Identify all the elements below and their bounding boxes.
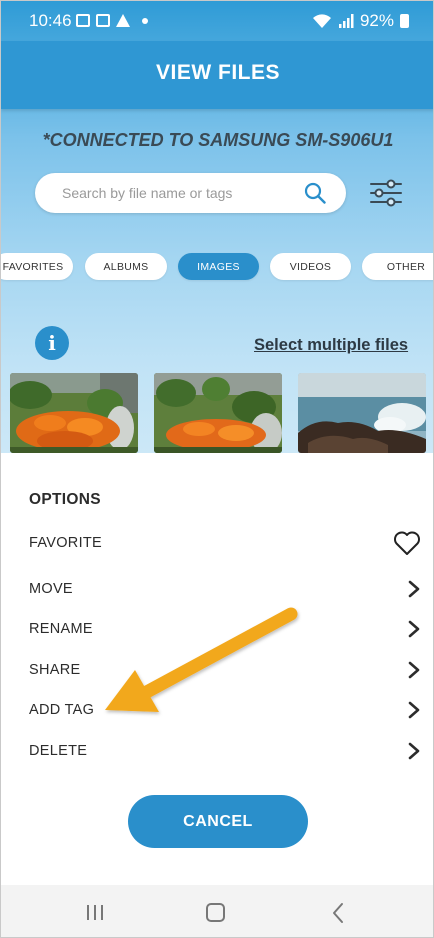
chevron-right-icon <box>408 742 420 760</box>
option-label: ADD TAG <box>29 702 95 718</box>
option-favorite[interactable]: FAVORITE <box>1 528 433 560</box>
page-title: VIEW FILES <box>155 61 280 84</box>
filter-chip-label: VIDEOS <box>289 260 332 273</box>
gallery-notification-icon <box>76 14 90 27</box>
filter-chip-images[interactable]: IMAGES <box>178 253 259 280</box>
back-icon[interactable] <box>331 902 345 924</box>
filter-chip-albums[interactable]: ALBUMS <box>85 253 167 280</box>
notification-icons <box>76 14 148 27</box>
home-icon[interactable] <box>206 903 225 922</box>
filter-chip-videos[interactable]: VIDEOS <box>270 253 351 280</box>
more-notifications-dot <box>142 17 148 24</box>
status-right: 92% <box>312 11 409 31</box>
option-label: SHARE <box>29 662 81 678</box>
filter-chip-other[interactable]: OTHER <box>362 253 433 280</box>
image-thumbnail[interactable] <box>10 373 138 453</box>
option-label: RENAME <box>29 621 93 637</box>
app-background: 10:46 92% VIEW FILES *CONNECTED TO SAMSU… <box>1 1 433 461</box>
cancel-button-label: CANCEL <box>183 812 253 830</box>
image-thumbnail[interactable] <box>298 373 426 453</box>
option-add-tag[interactable]: ADD TAG <box>1 695 433 727</box>
option-label: DELETE <box>29 743 88 759</box>
status-time: 10:46 <box>29 11 72 30</box>
info-icon[interactable]: i <box>35 326 69 360</box>
info-icon-glyph: i <box>48 331 56 355</box>
calendar-notification-icon <box>96 14 110 27</box>
option-label: FAVORITE <box>29 535 103 551</box>
filter-chip-label: FAVORITES <box>2 260 64 273</box>
image-thumbnail[interactable] <box>154 373 282 453</box>
search-icon[interactable] <box>304 182 326 204</box>
battery-percent: 92% <box>359 11 394 30</box>
search-input[interactable]: Search by file name or tags <box>35 173 346 213</box>
chevron-right-icon <box>408 580 420 598</box>
drive-notification-icon <box>116 14 130 27</box>
filter-chip-label: IMAGES <box>197 260 240 273</box>
signal-icon <box>338 14 354 28</box>
search-placeholder: Search by file name or tags <box>62 185 233 201</box>
options-title: OPTIONS <box>29 491 101 508</box>
filter-chip-label: OTHER <box>386 260 426 273</box>
wifi-icon <box>312 14 331 28</box>
options-sheet: OPTIONS FAVORITE MOVE RENAME SHARE ADD T… <box>1 453 433 885</box>
recent-apps-icon[interactable] <box>85 904 105 921</box>
option-move[interactable]: MOVE <box>1 574 433 606</box>
chevron-right-icon <box>408 661 420 679</box>
status-bar: 10:46 92% <box>1 1 433 41</box>
option-delete[interactable]: DELETE <box>1 736 433 768</box>
option-share[interactable]: SHARE <box>1 655 433 687</box>
option-label: MOVE <box>29 581 73 597</box>
phone-screen: 10:46 92% VIEW FILES *CONNECTED TO SAMSU… <box>0 0 434 938</box>
chevron-right-icon <box>408 701 420 719</box>
cancel-button[interactable]: CANCEL <box>128 795 308 848</box>
heart-icon[interactable] <box>393 530 421 556</box>
filter-sliders-icon[interactable] <box>368 177 404 209</box>
connection-status: *CONNECTED TO SAMSUNG SM-S906U1 <box>42 130 394 150</box>
select-multiple-files-link[interactable]: Select multiple files <box>254 336 408 355</box>
filter-chip-favorites[interactable]: FAVORITES <box>1 253 73 280</box>
chevron-right-icon <box>408 620 420 638</box>
filter-chip-label: ALBUMS <box>103 260 149 273</box>
option-rename[interactable]: RENAME <box>1 614 433 646</box>
battery-icon <box>400 14 409 28</box>
system-nav-bar <box>1 885 433 937</box>
title-bar: VIEW FILES <box>1 41 433 109</box>
